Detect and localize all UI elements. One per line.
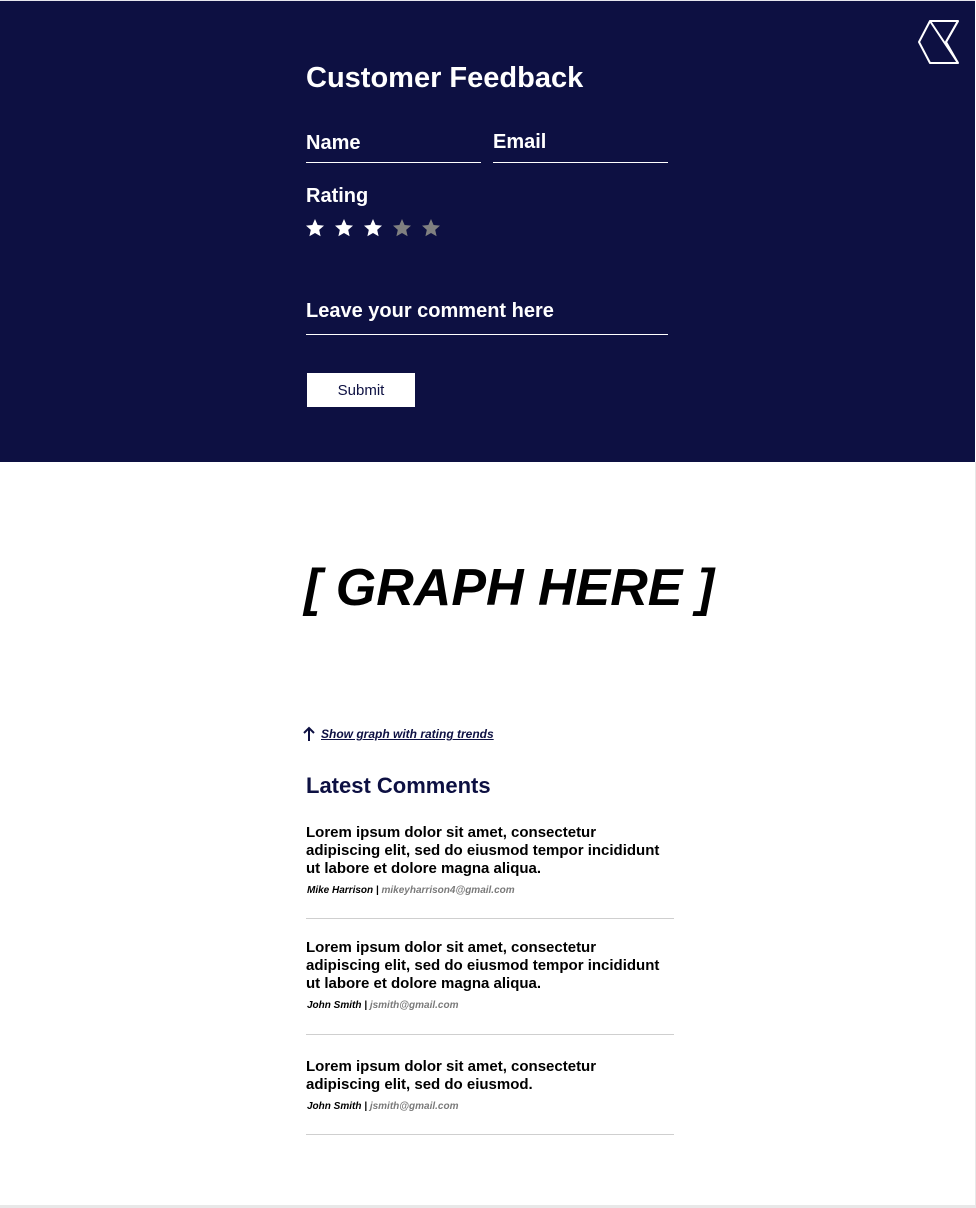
comment-separator: | bbox=[375, 885, 379, 896]
comment-email: mikeyharrison4@gmail.com bbox=[381, 885, 515, 896]
star-icon[interactable] bbox=[305, 218, 325, 238]
logo-icon[interactable] bbox=[916, 18, 964, 66]
comment-author: John Smith bbox=[307, 1000, 362, 1011]
comment-item: Lorem ipsum dolor sit amet, consectetur … bbox=[306, 824, 674, 919]
star-icon[interactable] bbox=[421, 218, 441, 238]
comment-author: Mike Harrison bbox=[307, 885, 374, 896]
comment-email: jsmith@gmail.com bbox=[369, 1000, 459, 1011]
graph-placeholder: [ GRAPH HERE ] bbox=[304, 559, 715, 617]
rating-label: Rating bbox=[306, 185, 369, 207]
arrow-up-icon bbox=[303, 726, 315, 741]
rating-stars[interactable] bbox=[305, 218, 441, 240]
comment-separator: | bbox=[364, 1101, 368, 1112]
star-icon[interactable] bbox=[363, 218, 383, 238]
show-graph-link[interactable]: Show graph with rating trends bbox=[302, 726, 494, 742]
email-field-placeholder: Email bbox=[493, 131, 547, 153]
comment-meta: John Smith | jsmith@gmail.com bbox=[307, 1100, 674, 1113]
feedback-form-section: Customer Feedback Name Email Rating Leav… bbox=[0, 0, 975, 462]
comment-separator: | bbox=[364, 1000, 368, 1011]
star-icon[interactable] bbox=[392, 218, 412, 238]
comment-text: Lorem ipsum dolor sit amet, consectetur … bbox=[306, 824, 660, 877]
form-title: Customer Feedback bbox=[306, 62, 584, 94]
comment-meta: John Smith | jsmith@gmail.com bbox=[307, 999, 674, 1012]
comment-field-placeholder: Leave your comment here bbox=[306, 300, 554, 322]
submit-button[interactable]: Submit bbox=[307, 373, 415, 407]
comment-text: Lorem ipsum dolor sit amet, consectetur … bbox=[306, 1058, 597, 1093]
comment-item: Lorem ipsum dolor sit amet, consectetur … bbox=[306, 939, 674, 1035]
name-field-placeholder: Name bbox=[306, 132, 361, 154]
comment-author: John Smith bbox=[307, 1101, 362, 1112]
show-graph-link-label[interactable]: Show graph with rating trends bbox=[321, 726, 494, 742]
comment-meta: Mike Harrison | mikeyharrison4@gmail.com bbox=[307, 884, 674, 897]
comment-text: Lorem ipsum dolor sit amet, consectetur … bbox=[306, 939, 660, 992]
comments-title: Latest Comments bbox=[306, 773, 491, 798]
comment-item: Lorem ipsum dolor sit amet, consectetur … bbox=[306, 1058, 674, 1135]
email-field[interactable]: Email bbox=[493, 126, 668, 163]
comment-field[interactable]: Leave your comment here bbox=[306, 295, 668, 335]
comment-email: jsmith@gmail.com bbox=[369, 1101, 459, 1112]
name-field[interactable]: Name bbox=[306, 127, 481, 163]
star-icon[interactable] bbox=[334, 218, 354, 238]
